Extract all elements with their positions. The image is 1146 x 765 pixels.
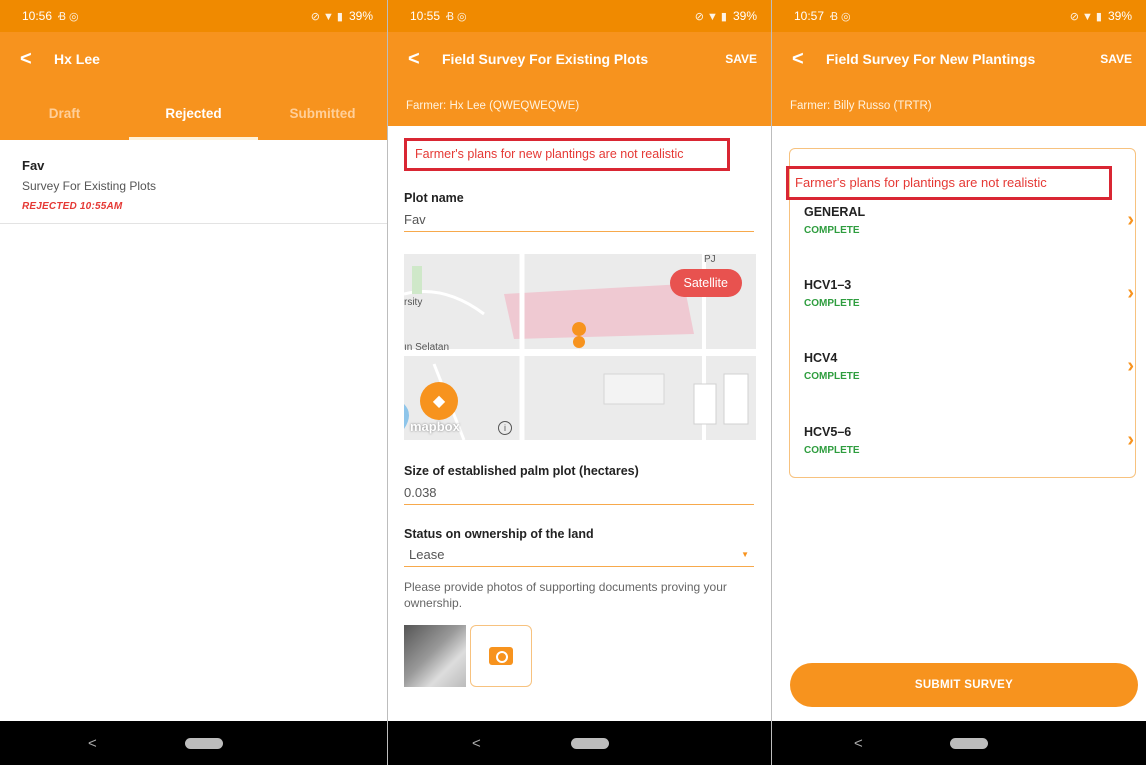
list-item-subtitle: Survey For Existing Plots — [22, 179, 157, 193]
section-status: COMPLETE — [804, 298, 860, 309]
list-item[interactable]: Fav Survey For Existing Plots REJECTED 1… — [0, 140, 387, 224]
section-row-hcv4[interactable]: HCV4 COMPLETE › — [804, 351, 1134, 382]
status-time: 10:55 — [410, 9, 441, 23]
app-bar: < Hx Lee — [0, 32, 387, 86]
section-name: HCV1–3 — [804, 278, 852, 292]
app-bar: < Field Survey For New Plantings SAVE — [772, 32, 1146, 86]
chevron-right-icon: › — [1127, 355, 1134, 377]
status-battery: 39% — [1107, 9, 1132, 23]
satellite-toggle-button[interactable]: Satellite — [669, 269, 742, 297]
system-nav-bar: < — [388, 721, 771, 765]
screen-survey-list: 10:56 Ꞗ ◎ ⊘ ▼ ▮ 39% < Hx Lee Draft Rejec… — [0, 0, 387, 765]
section-row-hcv1-3[interactable]: HCV1–3 COMPLETE › — [804, 278, 1134, 309]
app-notification-icon: Ꞗ ◎ — [58, 10, 79, 23]
section-name: GENERAL — [804, 205, 866, 219]
section-status: COMPLETE — [804, 445, 860, 456]
system-nav-bar: < — [772, 721, 1146, 765]
photo-row — [404, 625, 755, 687]
nav-back-button[interactable]: < — [854, 735, 863, 752]
map-place-label: PJ — [704, 254, 716, 265]
system-nav-bar: < — [0, 721, 387, 765]
save-button[interactable]: SAVE — [1100, 52, 1132, 66]
save-button[interactable]: SAVE — [725, 52, 757, 66]
app-notification-icon: Ꞗ ◎ — [446, 10, 467, 23]
status-bar: 10:56 Ꞗ ◎ ⊘ ▼ ▮ 39% — [0, 0, 387, 32]
screen-existing-plots-survey: 10:55 Ꞗ ◎ ⊘ ▼ ▮ 39% < Field Survey For E… — [388, 0, 771, 765]
ownership-label: Status on ownership of the land — [404, 527, 594, 541]
page-title: Field Survey For Existing Plots — [442, 51, 649, 67]
ownership-select[interactable]: Lease ▼ — [404, 541, 754, 567]
section-status: COMPLETE — [804, 225, 860, 236]
signal-wifi-icon: ⊘ ▼ ▮ — [694, 10, 727, 23]
app-notification-icon: Ꞗ ◎ — [830, 10, 851, 23]
status-battery: 39% — [348, 9, 373, 23]
screens-container: 10:56 Ꞗ ◎ ⊘ ▼ ▮ 39% < Hx Lee Draft Rejec… — [0, 0, 1146, 765]
chevron-right-icon: › — [1127, 429, 1134, 451]
status-badge: REJECTED 10:55AM — [22, 201, 123, 212]
nav-home-button[interactable] — [570, 737, 609, 749]
layers-icon[interactable]: ◆ — [420, 382, 458, 420]
plot-name-label: Plot name — [404, 191, 464, 205]
size-field[interactable]: 0.038 — [404, 478, 754, 505]
ownership-select-value: Lease — [409, 547, 445, 562]
section-name: HCV5–6 — [804, 425, 852, 439]
signal-wifi-icon: ⊘ ▼ ▮ — [310, 10, 343, 23]
nav-home-button[interactable] — [950, 737, 988, 749]
section-row-general[interactable]: GENERAL COMPLETE › — [804, 205, 1134, 236]
add-photo-button[interactable] — [470, 625, 532, 687]
status-battery: 39% — [732, 9, 757, 23]
signal-wifi-icon: ⊘ ▼ ▮ — [1069, 10, 1102, 23]
map-place-label: ın Selatan — [404, 342, 450, 353]
nav-back-button[interactable]: < — [88, 735, 97, 752]
nav-home-button[interactable] — [184, 737, 223, 749]
farmer-label: Farmer: Hx Lee (QWEQWEQWE) — [388, 86, 771, 126]
status-bar: 10:57 Ꞗ ◎ ⊘ ▼ ▮ 39% — [772, 0, 1146, 32]
plot-name-field[interactable]: Fav — [404, 205, 754, 232]
submit-survey-button[interactable]: SUBMIT SURVEY — [790, 663, 1138, 707]
rejection-reason: Farmer's plans for plantings are not rea… — [786, 166, 1112, 200]
tab-rejected[interactable]: Rejected — [129, 86, 258, 140]
tab-submitted[interactable]: Submitted — [258, 86, 387, 140]
chevron-right-icon: › — [1127, 282, 1134, 304]
back-button[interactable]: < — [408, 49, 442, 69]
tab-bar: Draft Rejected Submitted — [0, 86, 387, 140]
info-icon[interactable]: i — [498, 421, 512, 435]
app-bar: < Field Survey For Existing Plots SAVE — [388, 32, 771, 86]
photo-thumbnail[interactable] — [404, 625, 466, 687]
size-label: Size of established palm plot (hectares) — [404, 464, 639, 478]
farmer-label: Farmer: Billy Russo (TRTR) — [772, 86, 1146, 126]
screen-new-plantings-survey: 10:57 Ꞗ ◎ ⊘ ▼ ▮ 39% < Field Survey For N… — [772, 0, 1146, 765]
page-title: Field Survey For New Plantings — [826, 51, 1036, 67]
camera-icon — [489, 647, 513, 665]
back-button[interactable]: < — [792, 49, 826, 69]
tab-draft[interactable]: Draft — [0, 86, 129, 140]
chevron-right-icon: › — [1127, 209, 1134, 231]
mapbox-logo: mapbox — [410, 419, 460, 434]
page-title: Hx Lee — [54, 51, 100, 67]
status-time: 10:56 — [22, 9, 53, 23]
back-button[interactable]: < — [20, 49, 54, 69]
form-body: Farmer's plans for new plantings are not… — [388, 138, 771, 687]
plot-map[interactable]: rsity ın Selatan PJ Satellite ◆ mapbox i — [404, 254, 756, 440]
nav-back-button[interactable]: < — [472, 735, 481, 752]
map-place-label: rsity — [404, 297, 423, 308]
caret-down-icon: ▼ — [741, 550, 749, 559]
section-status: COMPLETE — [804, 371, 860, 382]
rejection-reason: Farmer's plans for new plantings are not… — [404, 138, 730, 171]
status-bar: 10:55 Ꞗ ◎ ⊘ ▼ ▮ 39% — [388, 0, 771, 32]
status-time: 10:57 — [794, 9, 825, 23]
section-name: HCV4 — [804, 351, 838, 365]
photos-helper-text: Please provide photos of supporting docu… — [404, 580, 727, 610]
list-item-title: Fav — [22, 158, 45, 173]
section-row-hcv5-6[interactable]: HCV5–6 COMPLETE › — [804, 425, 1134, 456]
